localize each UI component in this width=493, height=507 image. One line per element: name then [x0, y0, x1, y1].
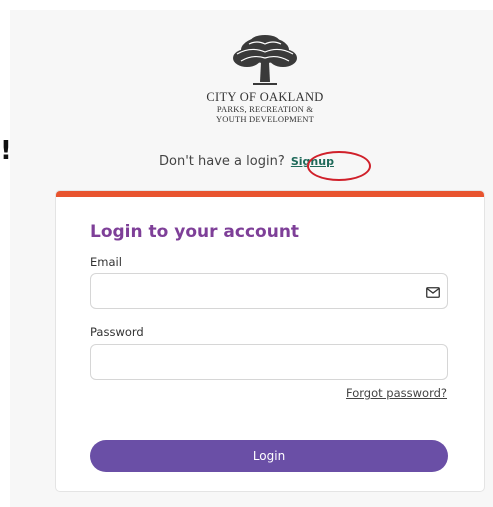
signup-prompt: Don't have a login? — [159, 154, 285, 169]
forgot-password-link[interactable]: Forgot password? — [346, 386, 447, 400]
password-field[interactable] — [90, 344, 448, 380]
signup-row: Don't have a login? Signup — [0, 154, 493, 169]
card-accent-bar — [56, 191, 484, 197]
logo-department-line2: YOUTH DEVELOPMENT — [215, 114, 315, 124]
login-title: Login to your account — [90, 222, 300, 242]
email-field[interactable] — [90, 273, 448, 309]
login-button[interactable]: Login — [90, 440, 448, 472]
login-card: Login to your account Email Password For… — [55, 190, 485, 492]
logo-city-name: CITY OF OAKLAND — [206, 90, 324, 104]
oakland-logo: CITY OF OAKLAND PARKS, RECREATION & YOUT… — [190, 34, 340, 134]
oak-tree-icon — [233, 35, 297, 85]
signup-highlight-circle — [307, 151, 371, 181]
mail-icon — [426, 287, 440, 298]
password-label: Password — [90, 325, 144, 339]
logo-department-line1: PARKS, RECREATION & — [216, 104, 314, 114]
email-label: Email — [90, 255, 122, 269]
